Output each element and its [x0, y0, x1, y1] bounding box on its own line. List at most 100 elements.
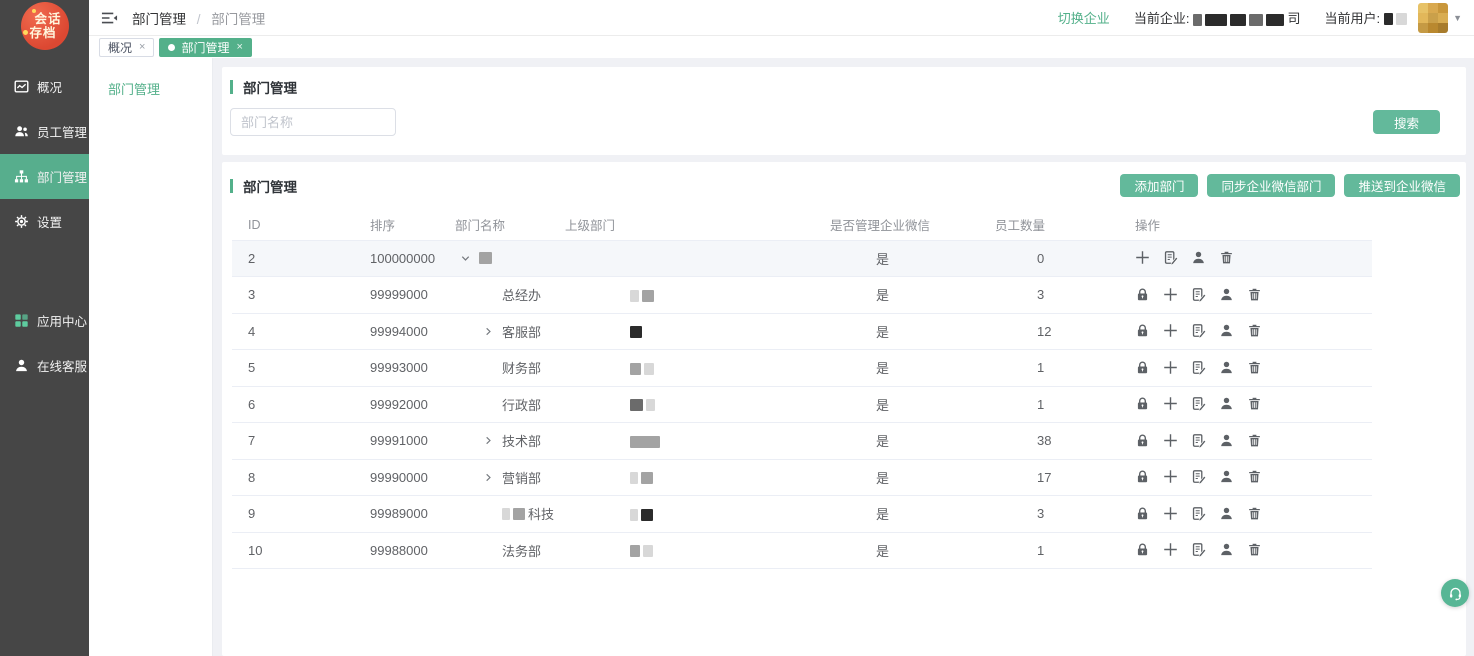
customer-service-button[interactable]	[1441, 579, 1469, 607]
table-row[interactable]: 2100000000是0	[232, 240, 1372, 277]
cell-department-name: 行政部	[455, 386, 565, 423]
table-row[interactable]: 899990000营销部是17	[232, 459, 1372, 496]
members-icon[interactable]	[1219, 287, 1235, 303]
delete-icon[interactable]	[1247, 469, 1263, 485]
table-row[interactable]: 399999000总经办是3	[232, 277, 1372, 314]
edit-icon[interactable]	[1191, 287, 1207, 303]
edit-icon[interactable]	[1191, 506, 1207, 522]
breadcrumb: 部门管理 / 部门管理	[132, 8, 265, 28]
cell-sort: 99992000	[370, 386, 455, 423]
expand-caret-icon[interactable]	[460, 253, 479, 264]
lock-icon[interactable]	[1135, 287, 1151, 303]
add-child-icon[interactable]	[1163, 360, 1179, 376]
edit-icon[interactable]	[1191, 360, 1207, 376]
members-icon[interactable]	[1219, 506, 1235, 522]
push-to-wecom-button[interactable]: 推送到企业微信	[1344, 174, 1460, 197]
search-button[interactable]: 搜索	[1373, 110, 1440, 134]
redacted-block	[1396, 13, 1407, 25]
table-row[interactable]: 799991000技术部是38	[232, 423, 1372, 460]
tab-label: 部门管理	[181, 39, 229, 56]
members-icon[interactable]	[1219, 360, 1235, 376]
lock-icon[interactable]	[1135, 506, 1151, 522]
delete-icon[interactable]	[1247, 506, 1263, 522]
lock-icon[interactable]	[1135, 323, 1151, 339]
members-icon[interactable]	[1219, 323, 1235, 339]
sidebar: 会话 存档 概况员工管理部门管理设置应用中心在线客服	[0, 0, 89, 656]
lock-icon[interactable]	[1135, 396, 1151, 412]
breadcrumb-root[interactable]: 部门管理	[132, 12, 186, 27]
sidebar-nav: 概况员工管理部门管理设置应用中心在线客服	[0, 64, 89, 388]
edit-icon[interactable]	[1191, 433, 1207, 449]
delete-icon[interactable]	[1219, 250, 1235, 266]
tab-overview[interactable]: 概况×	[99, 38, 154, 57]
close-tab-icon[interactable]: ×	[139, 41, 145, 53]
add-child-icon[interactable]	[1163, 396, 1179, 412]
table-card-header: 部门管理 添加部门同步企业微信部门推送到企业微信	[230, 174, 1460, 197]
department-name-input[interactable]	[230, 108, 396, 136]
edit-icon[interactable]	[1191, 542, 1207, 558]
switch-company-link[interactable]: 切换企业	[1058, 8, 1110, 27]
add-child-icon[interactable]	[1163, 506, 1179, 522]
sidebar-item-departments[interactable]: 部门管理	[0, 154, 89, 199]
delete-icon[interactable]	[1247, 323, 1263, 339]
edit-icon[interactable]	[1163, 250, 1179, 266]
tree-cell: 营销部	[455, 468, 565, 487]
sparkle-icon	[23, 30, 28, 35]
tab-bar: 概况× 部门管理 ×	[89, 36, 1474, 58]
delete-icon[interactable]	[1247, 360, 1263, 376]
collapse-caret-icon[interactable]	[483, 435, 502, 446]
tab-departments[interactable]: 部门管理 ×	[159, 38, 251, 57]
sidebar-item-label: 员工管理	[37, 122, 87, 141]
delete-icon[interactable]	[1247, 542, 1263, 558]
edit-icon[interactable]	[1191, 469, 1207, 485]
subnav-item-departments[interactable]: 部门管理	[89, 80, 212, 100]
add-child-icon[interactable]	[1135, 250, 1151, 266]
table-row[interactable]: 999989000科技是3	[232, 496, 1372, 533]
lock-icon[interactable]	[1135, 433, 1151, 449]
lock-icon[interactable]	[1135, 469, 1151, 485]
delete-icon[interactable]	[1247, 287, 1263, 303]
collapse-caret-icon[interactable]	[483, 326, 502, 337]
lock-icon[interactable]	[1135, 360, 1151, 376]
sidebar-item-settings[interactable]: 设置	[0, 199, 89, 244]
logo-line1: 会话	[34, 12, 61, 26]
breadcrumb-current: 部门管理	[211, 12, 265, 27]
department-name: 科技	[528, 504, 554, 523]
table-row[interactable]: 699992000行政部是1	[232, 386, 1372, 423]
edit-icon[interactable]	[1191, 396, 1207, 412]
table-row[interactable]: 1099988000法务部是1	[232, 532, 1372, 569]
add-child-icon[interactable]	[1163, 469, 1179, 485]
user-avatar[interactable]	[1418, 3, 1448, 33]
app-logo[interactable]: 会话 存档	[0, 0, 89, 64]
add-child-icon[interactable]	[1163, 433, 1179, 449]
delete-icon[interactable]	[1247, 396, 1263, 412]
table-row[interactable]: 499994000客服部是12	[232, 313, 1372, 350]
add-child-icon[interactable]	[1163, 287, 1179, 303]
edit-icon[interactable]	[1191, 323, 1207, 339]
members-icon[interactable]	[1219, 433, 1235, 449]
members-icon[interactable]	[1219, 469, 1235, 485]
cell-department-name: 总经办	[455, 277, 565, 314]
active-dot-icon	[168, 44, 175, 51]
members-icon[interactable]	[1219, 542, 1235, 558]
redacted-block	[643, 545, 653, 557]
close-tab-icon[interactable]: ×	[236, 41, 242, 53]
add-department-button[interactable]: 添加部门	[1120, 174, 1198, 197]
add-child-icon[interactable]	[1163, 323, 1179, 339]
redacted-block	[630, 509, 638, 521]
members-icon[interactable]	[1219, 396, 1235, 412]
redacted-block	[641, 509, 653, 521]
lock-icon[interactable]	[1135, 542, 1151, 558]
add-child-icon[interactable]	[1163, 542, 1179, 558]
menu-fold-icon[interactable]	[101, 11, 118, 25]
sync-wecom-departments-button[interactable]: 同步企业微信部门	[1207, 174, 1335, 197]
sidebar-item-overview[interactable]: 概况	[0, 64, 89, 109]
sidebar-item-online-support[interactable]: 在线客服	[0, 343, 89, 388]
delete-icon[interactable]	[1247, 433, 1263, 449]
sidebar-item-employees[interactable]: 员工管理	[0, 109, 89, 154]
table-row[interactable]: 599993000财务部是1	[232, 350, 1372, 387]
members-icon[interactable]	[1191, 250, 1207, 266]
user-menu-caret-icon[interactable]: ▼	[1453, 13, 1462, 23]
sidebar-item-app-center[interactable]: 应用中心	[0, 298, 89, 343]
collapse-caret-icon[interactable]	[483, 472, 502, 483]
